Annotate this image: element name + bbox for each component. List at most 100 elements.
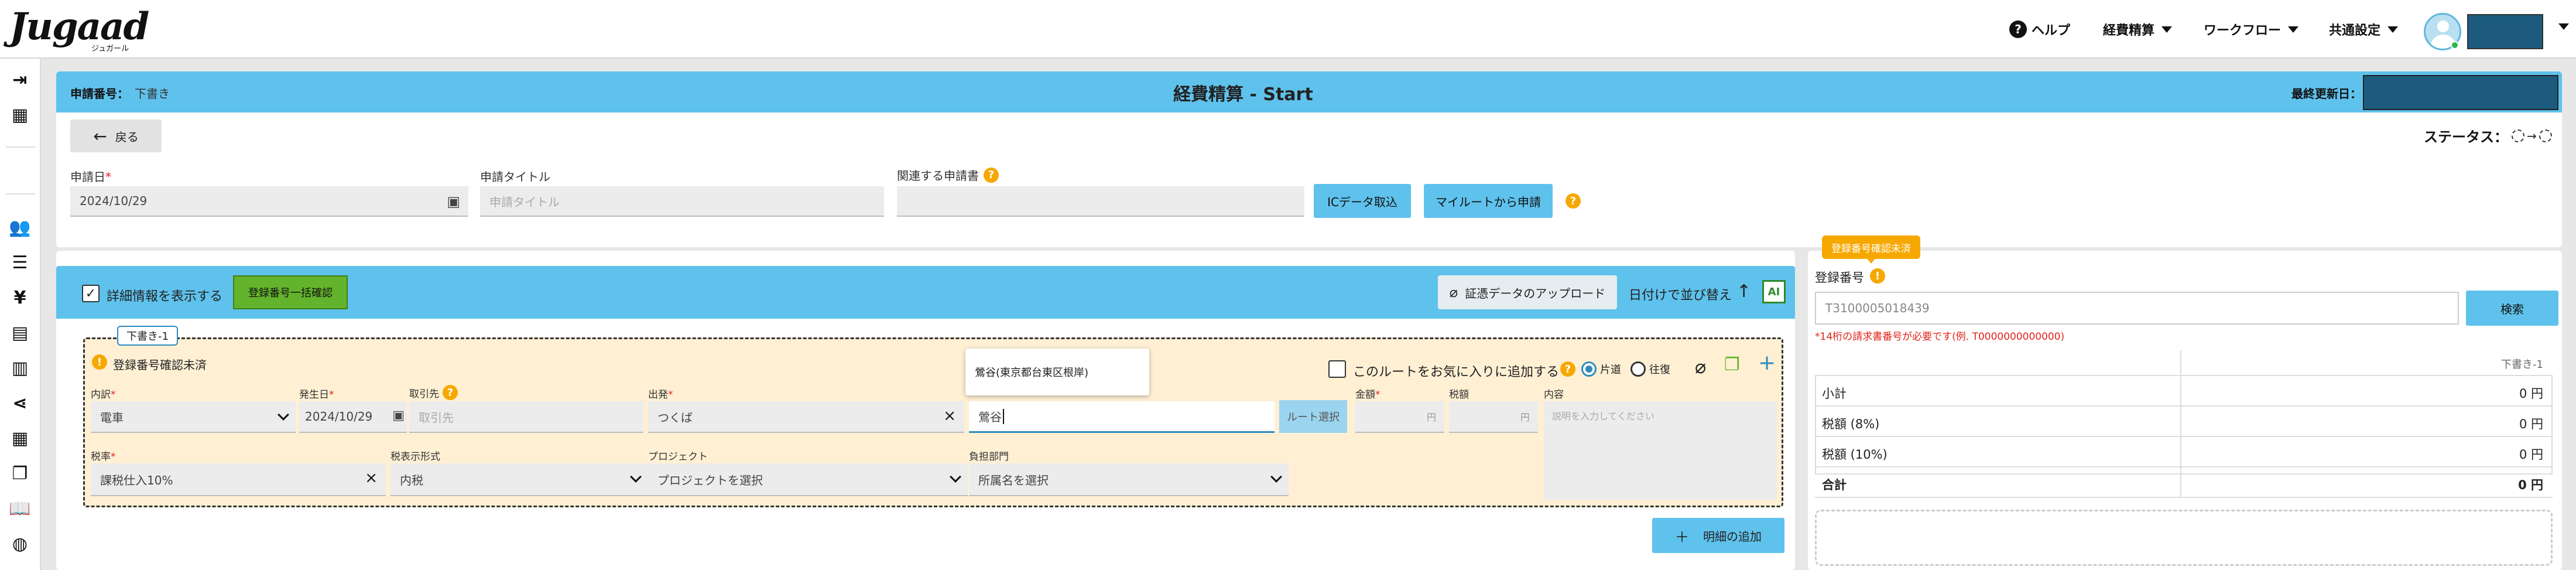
- share-icon[interactable]: ⋖: [8, 391, 32, 415]
- receipt-icon[interactable]: ▥: [8, 356, 32, 380]
- arrow-right-icon: →: [2527, 128, 2537, 143]
- type-label: 内訳*: [91, 389, 116, 401]
- last-updated-label: 最終更新日：: [2291, 87, 2362, 101]
- document-icon[interactable]: ▤: [8, 321, 32, 344]
- help-icon[interactable]: ?: [443, 385, 458, 400]
- date-label: 申請日*: [70, 170, 111, 184]
- related-label: 関連する申請書?: [897, 166, 999, 183]
- one-way-radio[interactable]: [1581, 361, 1597, 377]
- help-icon[interactable]: ?: [1560, 361, 1575, 377]
- add-detail-button[interactable]: ＋ 明細の追加: [1652, 518, 1784, 553]
- type-select[interactable]: 電車: [91, 401, 296, 433]
- help-icon[interactable]: ?: [984, 167, 999, 183]
- clear-icon[interactable]: ×: [365, 469, 378, 487]
- bulk-confirm-button[interactable]: 登録番号一括確認: [233, 275, 348, 309]
- paperclip-icon: ⌀: [1449, 284, 1458, 301]
- station-suggestion[interactable]: 鶯谷(東京都台東区根岸): [965, 349, 1149, 395]
- to-input[interactable]: 鶯谷: [969, 401, 1275, 433]
- content-textarea[interactable]: 説明を入力してください: [1544, 401, 1777, 500]
- help-icon[interactable]: ?: [1566, 193, 1581, 209]
- tax-input[interactable]: 円: [1449, 401, 1538, 433]
- detail-toolbar: ✓ 詳細情報を表示する 登録番号一括確認 ⌀ 証憑データのアップロード 日付けで…: [56, 266, 1795, 319]
- add-icon[interactable]: +: [1758, 351, 1776, 375]
- favorite-checkbox[interactable]: [1328, 360, 1346, 378]
- row-label: 税額 (8%): [1822, 417, 1880, 431]
- page-title: 経費精算 - Start: [1173, 84, 1313, 105]
- menu-toggle-icon[interactable]: ⇥: [8, 68, 32, 91]
- from-value: つくば: [657, 410, 693, 425]
- copy-icon[interactable]: ❐: [8, 462, 32, 485]
- row-value: 0 円: [2519, 387, 2543, 401]
- ai-icon[interactable]: AI: [1762, 280, 1786, 303]
- project-select[interactable]: プロジェクトを選択: [648, 463, 968, 496]
- menu-workflow[interactable]: ワークフロー: [2204, 18, 2299, 41]
- vendor-input[interactable]: 取引先: [409, 401, 643, 433]
- table-header-row: 下書き-1: [1815, 350, 2553, 376]
- route-select-button[interactable]: ルート選択: [1279, 400, 1347, 433]
- column-divider: [2180, 467, 2181, 498]
- sort-label[interactable]: 日付けで並び替え: [1629, 285, 1732, 303]
- myroute-button[interactable]: マイルートから申請: [1424, 184, 1553, 218]
- occurrence-date-input[interactable]: 2024/10/29 ▣: [299, 401, 407, 433]
- add-detail-label: 明細の追加: [1703, 529, 1762, 544]
- menu-settings[interactable]: 共通設定: [2329, 18, 2399, 41]
- warning-icon: !: [1870, 268, 1885, 284]
- tax-rate-label: 税率*: [91, 451, 116, 463]
- warning-label: 登録番号確認未済: [113, 358, 207, 372]
- copy-icon[interactable]: ❐: [1724, 354, 1740, 375]
- clear-icon[interactable]: ×: [943, 407, 956, 425]
- row-value: 0 円: [2519, 417, 2543, 431]
- row-label: 合計: [1822, 478, 1847, 492]
- tax-rate-select[interactable]: 課税仕入10% ×: [91, 463, 386, 496]
- book-icon[interactable]: 📖: [8, 497, 32, 520]
- warning-icon: !: [92, 354, 107, 370]
- status-pending-icon: [2512, 129, 2524, 142]
- paperclip-icon[interactable]: ⌀: [1695, 356, 1706, 378]
- draft-chip: 下書き-1: [117, 326, 178, 346]
- reg-number-input[interactable]: T3100005018439: [1815, 292, 2459, 325]
- date-input[interactable]: 2024/10/29 ▣: [70, 186, 468, 217]
- globe-icon[interactable]: ◍: [8, 532, 32, 555]
- table-icon[interactable]: ▦: [8, 426, 32, 450]
- status-area: ステータス： →: [2424, 125, 2552, 146]
- amount-input[interactable]: 円: [1355, 401, 1444, 433]
- department-select[interactable]: 所属名を選択: [969, 463, 1289, 496]
- help-link[interactable]: ? ヘルプ: [2009, 18, 2070, 41]
- logo[interactable]: Jugaad ジュガール: [9, 5, 150, 53]
- from-input[interactable]: つくば ×: [648, 401, 964, 433]
- search-button[interactable]: 検索: [2466, 291, 2558, 326]
- show-detail-checkbox[interactable]: ✓: [82, 285, 100, 302]
- ic-import-button[interactable]: ICデータ取込: [1314, 184, 1411, 218]
- round-trip-radio[interactable]: [1630, 361, 1646, 377]
- upload-button[interactable]: ⌀ 証憑データのアップロード: [1438, 275, 1617, 309]
- avatar-head-icon: [2437, 21, 2449, 32]
- calendar-icon[interactable]: ▣: [447, 193, 460, 210]
- tax-display-select[interactable]: 内税: [390, 463, 648, 496]
- detail-row-box: ! 登録番号確認未済 内訳* 電車 発生日* 2024/10/29 ▣ 取引先? …: [83, 337, 1783, 507]
- yen-icon[interactable]: ¥: [8, 286, 32, 309]
- list-icon[interactable]: ☰: [8, 251, 32, 274]
- chevron-down-icon: [630, 471, 642, 483]
- column-divider: [2180, 407, 2181, 437]
- back-button[interactable]: ← 戻る: [70, 120, 162, 152]
- department-label: 負担部門: [969, 451, 1009, 463]
- help-icon: ?: [2009, 21, 2027, 38]
- tax-display-value: 内税: [400, 473, 423, 487]
- building-icon[interactable]: ▦: [8, 103, 32, 127]
- menu-expense[interactable]: 経費精算: [2103, 18, 2173, 41]
- chevron-down-icon: [1270, 471, 1282, 483]
- reg-number-hint: *14桁の請求書番号が必要です(例. T0000000000000): [1815, 331, 2065, 343]
- user-name-box[interactable]: [2467, 14, 2543, 49]
- text-cursor: [1003, 408, 1004, 424]
- status-label: ステータス：: [2424, 129, 2508, 145]
- related-input[interactable]: [897, 186, 1304, 217]
- drop-zone[interactable]: [1815, 510, 2553, 566]
- users-icon[interactable]: 👥: [8, 216, 32, 239]
- vendor-label: 取引先?: [409, 385, 458, 400]
- sort-arrow-icon[interactable]: ↑: [1736, 281, 1751, 302]
- title-input[interactable]: 申請タイトル: [480, 186, 884, 217]
- chevron-down-icon: [278, 409, 289, 421]
- calendar-icon[interactable]: ▣: [392, 408, 405, 423]
- row-label: 小計: [1822, 387, 1847, 401]
- user-menu-chevron-icon[interactable]: [2558, 23, 2569, 30]
